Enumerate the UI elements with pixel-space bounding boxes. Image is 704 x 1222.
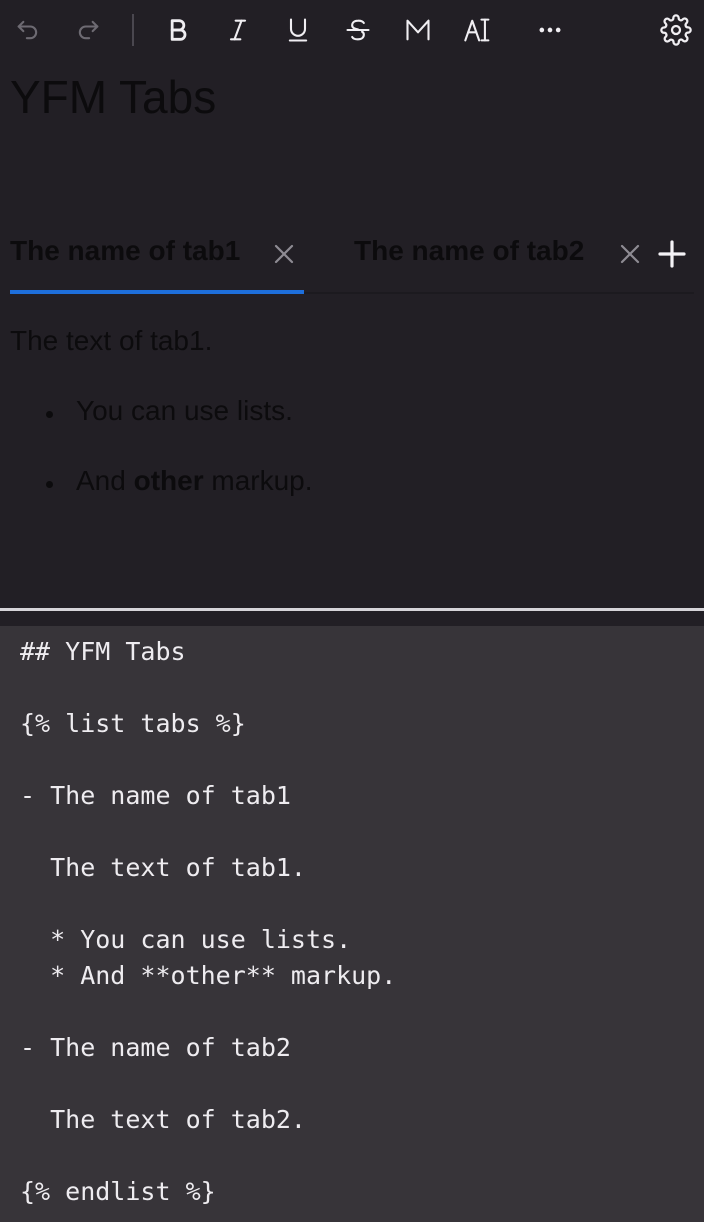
gear-icon[interactable] [656, 10, 696, 50]
redo-icon[interactable] [68, 10, 108, 50]
list-item-text: markup. [203, 465, 313, 496]
source-line: The text of tab1. [20, 853, 306, 882]
italic-icon[interactable] [218, 10, 258, 50]
tab-1[interactable]: The name of tab1 [10, 174, 304, 266]
list-item: You can use lists. [76, 394, 293, 428]
list-bullet [46, 481, 53, 488]
list-item-text: You can use lists. [76, 395, 293, 426]
tab-label[interactable]: The name of tab2 [354, 234, 584, 268]
source-line: The text of tab2. [20, 1105, 306, 1134]
monospace-icon[interactable] [398, 10, 438, 50]
close-icon[interactable] [272, 242, 296, 266]
close-icon[interactable] [618, 242, 642, 266]
active-tab-indicator [10, 290, 304, 294]
source-line: {% endlist %} [20, 1177, 216, 1206]
source-line: * You can use lists. [20, 925, 352, 954]
list-bullet [46, 411, 53, 418]
source-line: - The name of tab2 [20, 1033, 291, 1062]
more-horizontal-icon[interactable] [530, 10, 570, 50]
list-item: And other markup. [76, 464, 313, 498]
page-title: YFM Tabs [10, 71, 217, 123]
add-tab-icon[interactable] [656, 238, 688, 270]
source-line: * And **other** markup. [20, 961, 397, 990]
underline-icon[interactable] [278, 10, 318, 50]
list-item-text: And [76, 465, 134, 496]
tab-content-text: The text of tab1. [10, 325, 213, 356]
split-gap [0, 611, 704, 626]
list-item-bold: other [133, 465, 204, 496]
editor-toolbar [0, 0, 704, 60]
source-line: ## YFM Tabs [20, 637, 186, 666]
source-line: - The name of tab1 [20, 781, 291, 810]
strikethrough-icon[interactable] [338, 10, 378, 50]
undo-icon[interactable] [8, 10, 48, 50]
tab-label[interactable]: The name of tab1 [10, 234, 240, 268]
markdown-source-editor[interactable]: ## YFM Tabs {% list tabs %} - The name of … [0, 626, 704, 1222]
bold-icon[interactable] [158, 10, 198, 50]
toolbar-separator [132, 14, 134, 46]
source-line: {% list tabs %} [20, 709, 246, 738]
tab-2[interactable]: The name of tab2 [354, 174, 654, 266]
text-style-icon[interactable] [458, 10, 498, 50]
